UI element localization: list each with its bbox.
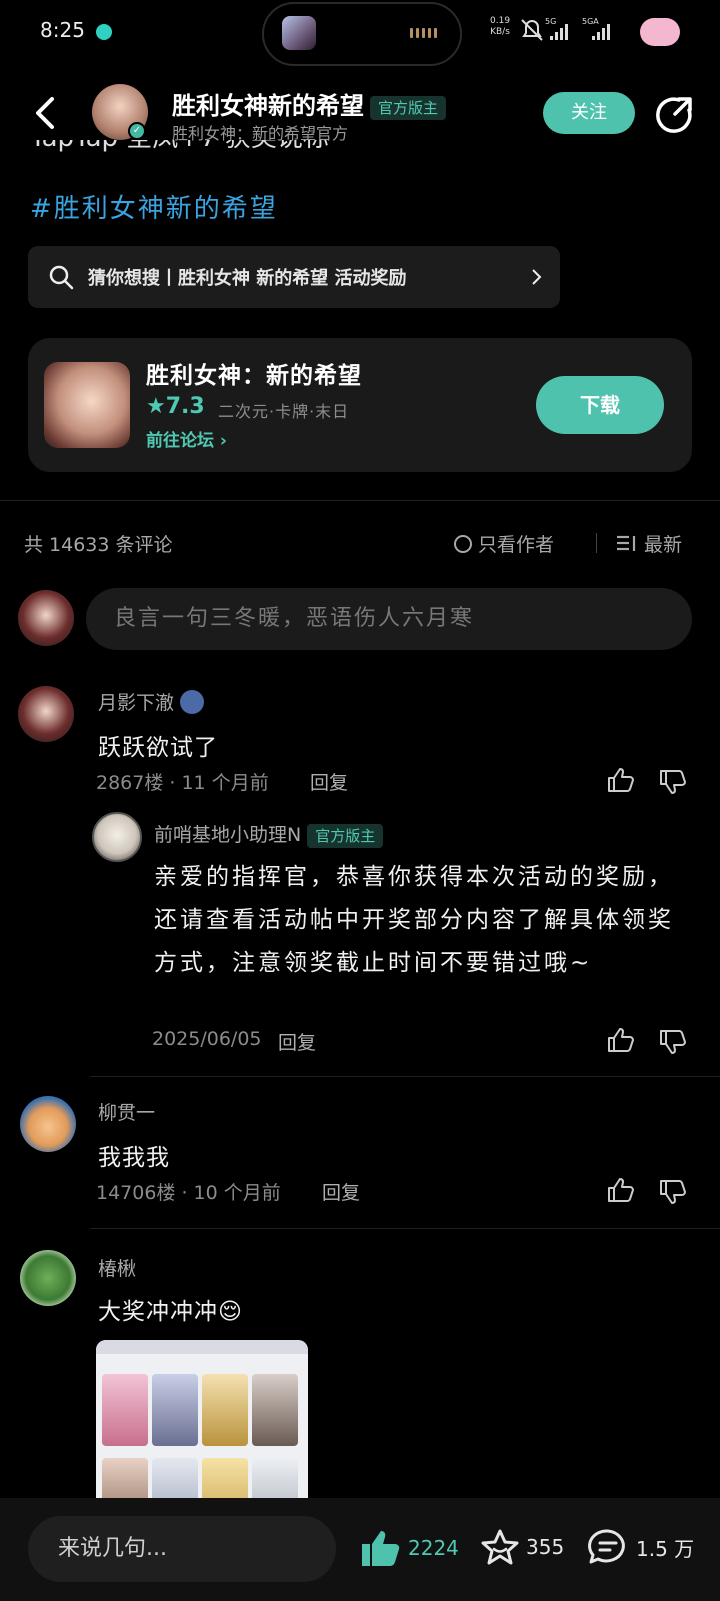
verified-icon: ✓: [128, 122, 146, 140]
image-character-card: [202, 1374, 248, 1446]
reply-button[interactable]: 回复: [278, 1028, 316, 1055]
sort-button[interactable]: 最新: [616, 530, 682, 557]
comment-text: 大奖冲冲冲😌: [98, 1299, 243, 1325]
post-text-cut: TapTap·全凤+7·获奖说标: [30, 140, 329, 160]
like-icon[interactable]: [606, 1026, 636, 1054]
sort-label: 最新: [644, 534, 683, 556]
comment-count: 共 14633 条评论: [24, 534, 173, 556]
comment-text: 跃跃欲试了: [98, 735, 218, 761]
official-tag: 官方版主: [307, 824, 384, 848]
comment-input[interactable]: 良言一句三冬暖，恶语伤人六月寒: [86, 588, 692, 650]
audio-wave-icon: [410, 28, 437, 38]
chevron-right-icon: ›: [219, 431, 227, 451]
network-speed: 0.19 KB/s: [490, 16, 510, 38]
reply-button[interactable]: 回复: [310, 768, 348, 795]
comment-text: 我我我: [98, 1145, 170, 1171]
commenter-avatar[interactable]: [20, 1250, 76, 1306]
reply-username-text: 前哨基地小助理N: [154, 824, 302, 846]
search-suggestion-text: 猜你想搜丨胜利女神 新的希望 活动奖励: [88, 268, 407, 289]
image-toolbar: [96, 1340, 308, 1354]
commenter-avatar[interactable]: [20, 1096, 76, 1152]
back-arrow-icon[interactable]: [34, 96, 56, 130]
game-icon[interactable]: [44, 362, 130, 448]
dislike-icon[interactable]: [658, 1178, 688, 1206]
status-time: 8:25: [40, 18, 85, 42]
mute-bell-icon: [521, 19, 543, 41]
star-count: 355: [526, 1535, 565, 1559]
image-character-card: [102, 1374, 148, 1446]
signal1-label: 5G: [545, 17, 556, 26]
signal2-label: 5GA: [582, 17, 599, 26]
star-icon: ★: [146, 394, 166, 419]
comment-meta: 14706楼 · 10 个月前: [96, 1182, 281, 1204]
image-character-card: [252, 1374, 298, 1446]
game-tags: 二次元·卡牌·末日: [218, 402, 350, 421]
divider: [596, 533, 597, 553]
comments-button[interactable]: 1.5 万: [588, 1528, 694, 1566]
notification-app-icon: [96, 24, 112, 40]
reply-avatar[interactable]: [92, 812, 142, 862]
author-only-toggle[interactable]: 只看作者: [454, 530, 554, 557]
reply-date: 2025/06/05: [152, 1028, 262, 1050]
star-icon: [481, 1529, 519, 1565]
divider: [90, 1228, 720, 1229]
search-icon: [48, 264, 74, 290]
author-title[interactable]: 胜利女神新的希望 官方版主: [172, 86, 447, 121]
follow-button[interactable]: 关注: [543, 92, 635, 134]
author-name: 胜利女神新的希望: [172, 91, 364, 120]
reply-text: 亲爱的指挥官，恭喜你获得本次活动的奖励，还请查看活动帖中开奖部分内容了解具体领奖…: [154, 864, 674, 976]
cloud-badge-icon: [640, 18, 680, 46]
signal-5g-icon: [550, 24, 568, 40]
net-speed-value: 0.19: [490, 16, 511, 26]
comment-count-total: 1.5 万: [636, 1536, 695, 1561]
favorite-button[interactable]: 355: [480, 1528, 564, 1566]
post-text-cut-inner: TapTap·全凤+7·获奖说标: [30, 140, 329, 153]
download-button[interactable]: 下载: [536, 376, 664, 434]
dislike-icon[interactable]: [658, 1028, 688, 1056]
dislike-icon[interactable]: [658, 768, 688, 796]
reply-button[interactable]: 回复: [322, 1178, 360, 1205]
media-thumbnail-icon: [282, 16, 316, 50]
hashtag-link[interactable]: #胜利女神新的希望: [30, 188, 278, 225]
thumbs-up-icon: [362, 1531, 400, 1566]
image-character-card: [152, 1374, 198, 1446]
like-icon[interactable]: [606, 766, 636, 794]
status-icons: 5G 5GA: [520, 16, 636, 44]
reply-username[interactable]: 前哨基地小助理N 官方版主: [154, 820, 384, 848]
commenter-avatar[interactable]: [18, 686, 74, 742]
comment-username[interactable]: 柳贯一: [98, 1098, 155, 1125]
comment-username[interactable]: 月影下澈: [98, 688, 205, 716]
divider: [0, 500, 720, 501]
comment-username-text: 月影下澈: [98, 692, 175, 714]
like-count: 2224: [408, 1536, 459, 1560]
my-avatar: [18, 590, 74, 646]
net-speed-unit: KB/s: [490, 27, 510, 37]
game-rating: ★7.3: [146, 394, 205, 419]
forum-link[interactable]: 前往论坛 ›: [146, 426, 227, 451]
official-tag: 官方版主: [370, 96, 447, 120]
forum-link-label: 前往论坛: [146, 431, 214, 451]
thumbs-up-badge-icon: [180, 689, 205, 714]
sort-icon: [617, 535, 636, 551]
comment-meta: 2867楼 · 11 个月前: [96, 772, 269, 794]
divider: [90, 1076, 720, 1077]
author-only-label: 只看作者: [478, 534, 555, 556]
game-name: 胜利女神：新的希望: [146, 363, 362, 389]
bottom-comment-input[interactable]: 来说几句...: [28, 1516, 336, 1582]
signal-5ga-icon: [592, 24, 610, 40]
radio-icon: [454, 534, 472, 553]
comment-image[interactable]: [96, 1340, 308, 1510]
comment-bubble-icon: [588, 1529, 625, 1564]
share-icon[interactable]: [655, 94, 695, 134]
comment-username[interactable]: 椿楸: [98, 1254, 136, 1281]
search-suggestion[interactable]: 猜你想搜丨胜利女神 新的希望 活动奖励: [28, 246, 560, 308]
like-icon[interactable]: [606, 1176, 636, 1204]
chevron-right-icon: [530, 268, 542, 286]
game-rating-value: 7.3: [165, 394, 205, 419]
like-post-button[interactable]: 2224: [360, 1528, 459, 1568]
